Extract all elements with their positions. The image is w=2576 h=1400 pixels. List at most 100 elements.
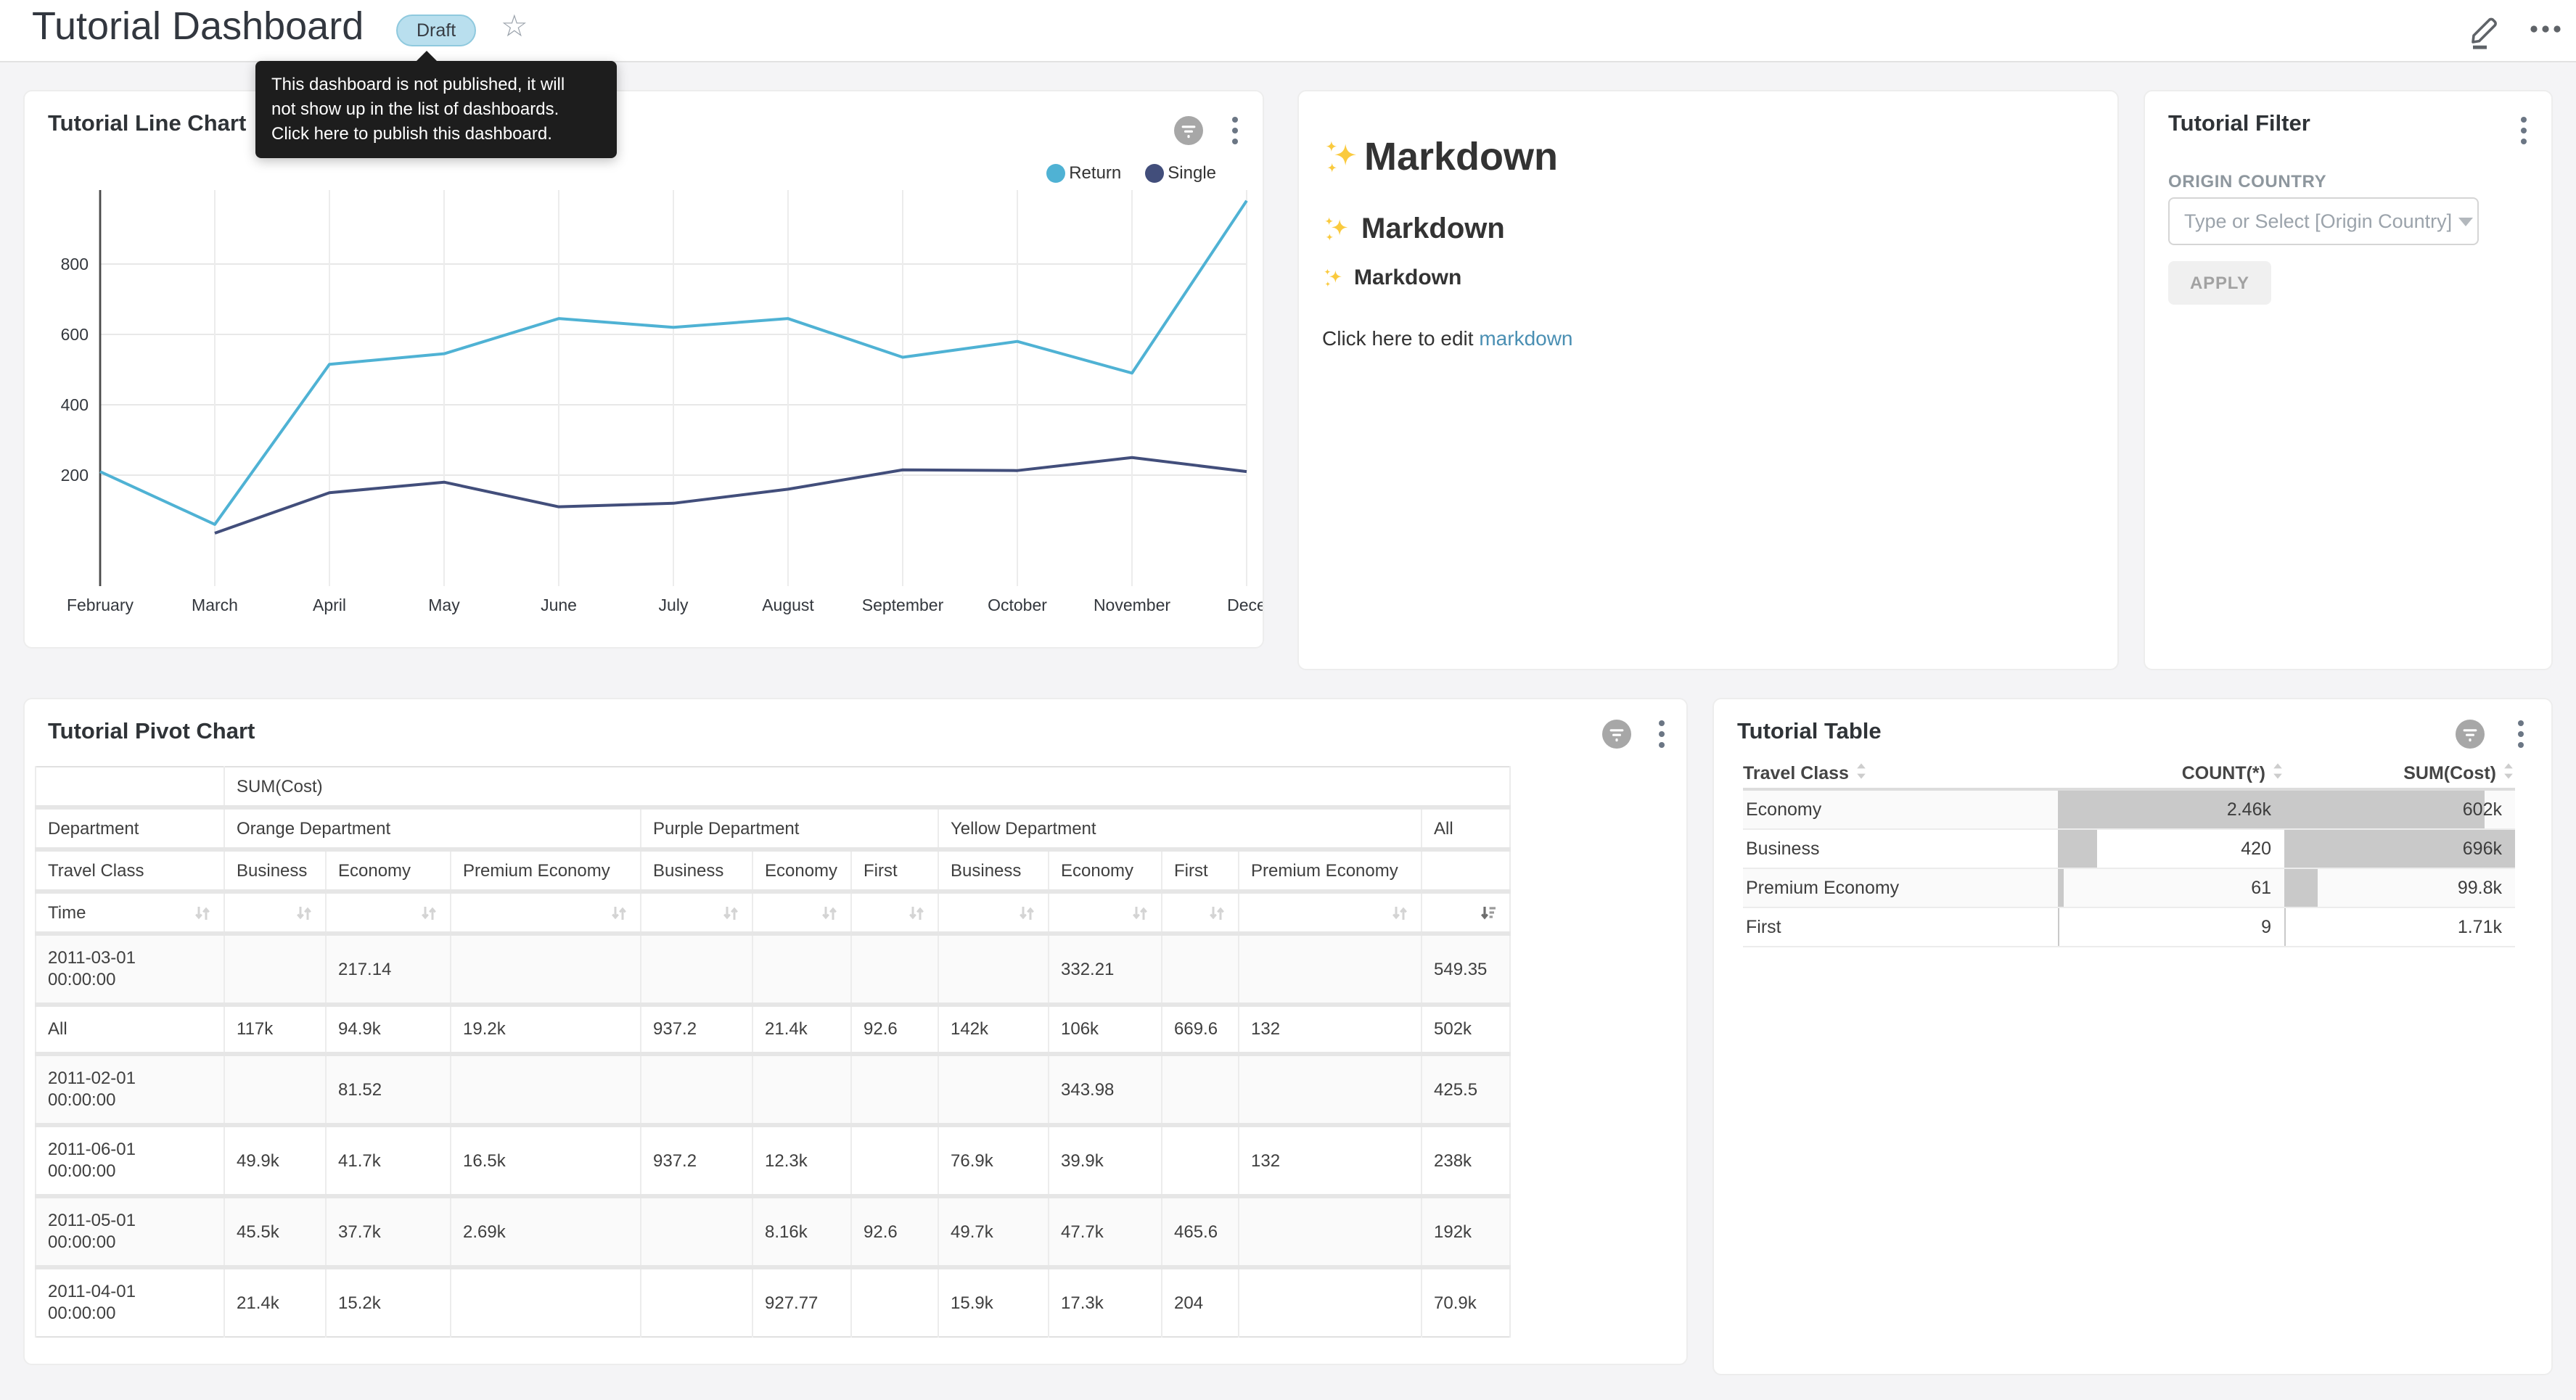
sort-button[interactable] (1017, 903, 1036, 922)
sort-desc-icon (1479, 903, 1498, 922)
panel-menu-button[interactable] (1228, 115, 1242, 154)
pivot-cell (851, 934, 938, 1005)
pivot-cell (224, 1054, 326, 1125)
pivot-row: 2011-06-0100:00:0049.9k41.7k16.5k937.212… (36, 1125, 1510, 1196)
sort-arrows-icon (1017, 903, 1036, 922)
pivot-row-label: 2011-02-0100:00:00 (36, 1054, 224, 1125)
filter-indicator-button[interactable] (1602, 720, 1631, 756)
pivot-cell: 8.16k (752, 1196, 851, 1267)
pivot-cell (1239, 1196, 1422, 1267)
pivot-cell: 204 (1162, 1267, 1239, 1337)
panel-title: Tutorial Filter (2168, 112, 2310, 138)
column-header[interactable]: COUNT(*) (2182, 762, 2265, 783)
edit-markdown-link[interactable]: markdown (1479, 326, 1572, 350)
pivot-cell: 2.69k (451, 1196, 641, 1267)
column-header[interactable]: Travel Class (1743, 762, 1849, 783)
pivot-time-header: Time (36, 892, 224, 934)
svg-text:October: October (988, 596, 1047, 614)
pivot-row: 2011-04-0100:00:0021.4k15.2k927.7715.9k1… (36, 1267, 1510, 1337)
pivot-cell (1162, 1054, 1239, 1125)
sort-carets-icon[interactable] (2271, 761, 2284, 784)
panel-menu-button[interactable] (2516, 115, 2531, 154)
panel-title: Tutorial Pivot Chart (48, 720, 255, 746)
count-cell: 61 (2058, 869, 2284, 907)
pivot-cell (641, 934, 752, 1005)
pivot-cell: 49.7k (938, 1196, 1049, 1267)
pivot-cell (851, 1054, 938, 1125)
pencil-icon (2467, 12, 2502, 51)
sort-button[interactable] (907, 903, 926, 922)
sort-carets-icon[interactable] (1855, 761, 1868, 784)
pivot-cell: 39.9k (1049, 1125, 1162, 1196)
cell-bar (2284, 908, 2285, 946)
sort-button[interactable] (610, 903, 628, 922)
sort-button[interactable] (721, 903, 740, 922)
pivot-cell: 81.52 (326, 1054, 451, 1125)
markdown-h1: Markdown (1322, 135, 1558, 180)
panel-title: Tutorial Table (1737, 720, 1882, 746)
pivot-cell: 142k (938, 1005, 1049, 1054)
sum-cell: 1.71k (2284, 908, 2515, 946)
pivot-table-container: SUM(Cost)DepartmentOrange DepartmentPurp… (35, 766, 1511, 1338)
filter-indicator-button[interactable] (1174, 116, 1203, 152)
pivot-cell: 132 (1239, 1005, 1422, 1054)
pivot-cell: 21.4k (224, 1267, 326, 1337)
pivot-cell: 937.2 (641, 1005, 752, 1054)
pivot-cell (451, 1267, 641, 1337)
svg-text:Dece: Dece (1227, 596, 1264, 614)
count-cell: 420 (2058, 830, 2284, 868)
pivot-cell: 47.7k (1049, 1196, 1162, 1267)
origin-country-select[interactable]: Type or Select [Origin Country] (2168, 197, 2479, 245)
sort-button[interactable] (295, 903, 313, 922)
sort-button[interactable] (820, 903, 839, 922)
sort-button[interactable] (1207, 903, 1226, 922)
pivot-col-header: Premium Economy (451, 849, 641, 892)
pivot-col-header: Business (938, 849, 1049, 892)
sort-button[interactable] (1390, 903, 1409, 922)
kebab-icon (2514, 718, 2528, 750)
pivot-col-header: Economy (326, 849, 451, 892)
sort-arrows-icon (907, 903, 926, 922)
pivot-cell (1239, 934, 1422, 1005)
pivot-group-header: Orange Department (224, 807, 641, 849)
pivot-col-header (1422, 849, 1510, 892)
pivot-cell (451, 934, 641, 1005)
column-header[interactable]: SUM(Cost) (2403, 762, 2496, 783)
svg-text:July: July (659, 596, 689, 614)
svg-text:May: May (428, 596, 460, 614)
pivot-row-label: 2011-06-0100:00:00 (36, 1125, 224, 1196)
panel-menu-button[interactable] (1654, 718, 1669, 757)
sort-arrows-icon (419, 903, 438, 922)
sort-carets-icon[interactable] (2502, 761, 2515, 784)
sort-button[interactable] (1479, 903, 1498, 922)
markdown-body-text: Click here to edit (1322, 326, 1479, 350)
svg-text:April: April (313, 596, 346, 614)
more-options-button[interactable] (2528, 19, 2563, 46)
pivot-cell (451, 1054, 641, 1125)
markdown-paragraph: Click here to edit markdown (1322, 326, 1573, 350)
draft-status-badge[interactable]: Draft (396, 15, 476, 46)
edit-dashboard-button[interactable] (2467, 12, 2502, 58)
sort-button[interactable] (1131, 903, 1149, 922)
select-placeholder: Type or Select [Origin Country] (2184, 210, 2452, 232)
pivot-cell: 132 (1239, 1125, 1422, 1196)
favorite-star-icon[interactable]: ☆ (501, 9, 528, 45)
pivot-cell: 465.6 (1162, 1196, 1239, 1267)
tooltip-line: This dashboard is not published, it will (271, 73, 601, 97)
markdown-h1-text: Markdown (1364, 135, 1558, 180)
sort-button[interactable] (419, 903, 438, 922)
sort-arrows-icon (721, 903, 740, 922)
table-panel: Tutorial Table Travel Class COUNT(*) SUM(C… (1712, 698, 2553, 1375)
pivot-dim-label: Department (36, 807, 224, 849)
filter-circle-icon (1602, 720, 1631, 749)
apply-filter-button[interactable]: APPLY (2168, 261, 2271, 305)
sparkles-icon (1322, 266, 1345, 289)
pivot-cell (938, 1054, 1049, 1125)
panel-menu-button[interactable] (2514, 718, 2528, 757)
count-cell: 2.46k (2058, 791, 2284, 828)
tooltip-line: not show up in the list of dashboards. (271, 97, 601, 122)
pivot-cell (1162, 934, 1239, 1005)
filter-indicator-button[interactable] (2456, 720, 2485, 756)
line-chart-plot[interactable]: 200400600800FebruaryMarchAprilMayJuneJul… (25, 178, 1264, 628)
sort-button[interactable] (193, 903, 212, 922)
